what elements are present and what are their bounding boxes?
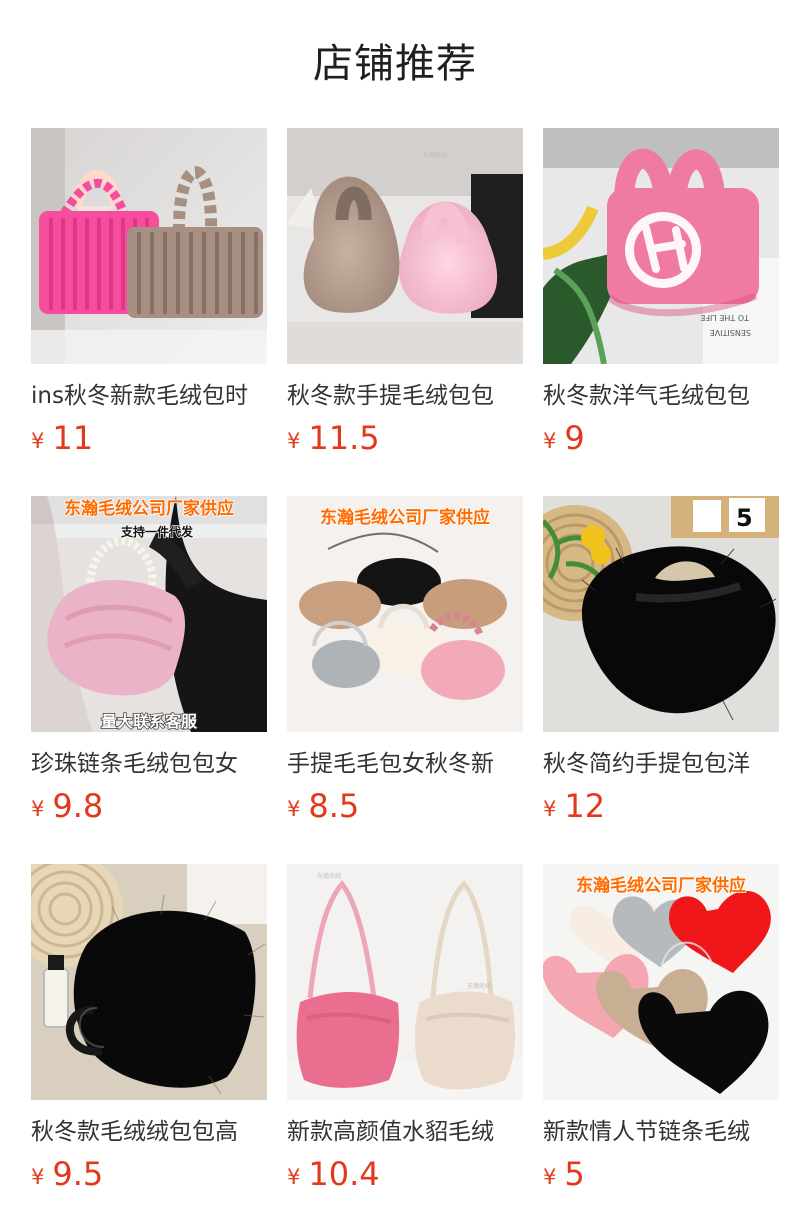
product-image-6[interactable]: 5 [543, 496, 779, 732]
product-card-9[interactable]: 东瀚毛绒公司厂家供应 新款情人节链条毛绒 ¥ 5 [543, 864, 779, 1200]
price-row: ¥ 11 [31, 416, 267, 460]
svg-text:东瀚毛绒: 东瀚毛绒 [317, 872, 341, 880]
currency-symbol: ¥ [31, 429, 45, 453]
currency-symbol: ¥ [543, 1165, 557, 1189]
price-row: ¥ 10.4 [287, 1152, 523, 1196]
product-card-2[interactable]: 东瀚毛绒 秋冬款手提毛绒包包 ¥ 11.5 [287, 128, 523, 464]
image-banner-text: 东瀚毛绒公司厂家供应 [64, 498, 234, 519]
store-recommendation-page: 店铺推荐 ins秋冬新款毛绒包时 ¥ 11 东瀚毛绒 秋冬款手提毛绒包包 ¥ 1… [0, 0, 790, 1232]
product-title[interactable]: 手提毛毛包女秋冬新 [287, 748, 523, 780]
product-image-4[interactable]: 东瀚毛绒公司厂家供应 支持一件代发 量大联系客服 [31, 496, 267, 732]
product-price: 11 [52, 419, 94, 457]
product-image-1[interactable] [31, 128, 267, 364]
currency-symbol: ¥ [543, 797, 557, 821]
product-title[interactable]: 珍珠链条毛绒包包女 [31, 748, 267, 780]
product-price: 9 [564, 419, 585, 457]
product-price: 12 [564, 787, 606, 825]
image-banner-text: 东瀚毛绒公司厂家供应 [320, 507, 490, 528]
currency-symbol: ¥ [287, 797, 301, 821]
price-row: ¥ 9.8 [31, 784, 267, 828]
product-card-8[interactable]: 东瀚毛绒 东瀚毛绒 新款高颜值水貂毛绒 ¥ 10.4 [287, 864, 523, 1200]
image-bottom-banner-text: 量大联系客服 [101, 712, 198, 731]
product-card-6[interactable]: 5 秋冬简约手提包包洋 ¥ 12 [543, 496, 779, 832]
image-subtitle-text: 支持一件代发 [120, 524, 194, 539]
price-row: ¥ 9.5 [31, 1152, 267, 1196]
currency-symbol: ¥ [543, 429, 557, 453]
product-price: 9.5 [52, 1155, 104, 1193]
product-price: 9.8 [52, 787, 104, 825]
price-row: ¥ 9 [543, 416, 779, 460]
product-card-3[interactable]: SENSITIVE TO THE LIFE 秋冬款洋气毛绒包包 ¥ 9 [543, 128, 779, 464]
product-card-5[interactable]: 东瀚毛绒公司厂家供应 手提毛毛包女秋冬新 ¥ 8.5 [287, 496, 523, 832]
price-row: ¥ 8.5 [287, 784, 523, 828]
product-image-2[interactable]: 东瀚毛绒 [287, 128, 523, 364]
product-image-9[interactable]: 东瀚毛绒公司厂家供应 [543, 864, 779, 1100]
currency-symbol: ¥ [287, 429, 301, 453]
currency-symbol: ¥ [31, 797, 45, 821]
svg-text:东瀚毛绒: 东瀚毛绒 [467, 982, 491, 990]
product-title[interactable]: 新款高颜值水貂毛绒 [287, 1116, 523, 1148]
svg-text:TO THE LIFE: TO THE LIFE [700, 313, 750, 322]
product-image-8[interactable]: 东瀚毛绒 东瀚毛绒 [287, 864, 523, 1100]
product-grid: ins秋冬新款毛绒包时 ¥ 11 东瀚毛绒 秋冬款手提毛绒包包 ¥ 11.5 S… [31, 128, 779, 1200]
page-header: 店铺推荐 [0, 0, 790, 128]
product-title[interactable]: 秋冬款洋气毛绒包包 [543, 380, 779, 412]
currency-symbol: ¥ [31, 1165, 45, 1189]
product-image-7[interactable] [31, 864, 267, 1100]
product-price: 11.5 [308, 419, 380, 457]
product-title[interactable]: ins秋冬新款毛绒包时 [31, 380, 267, 412]
svg-text:东瀚毛绒: 东瀚毛绒 [423, 151, 447, 159]
product-price: 5 [564, 1155, 585, 1193]
svg-text:SENSITIVE: SENSITIVE [710, 328, 751, 337]
product-title[interactable]: 新款情人节链条毛绒 [543, 1116, 779, 1148]
product-title[interactable]: 秋冬简约手提包包洋 [543, 748, 779, 780]
product-price: 8.5 [308, 787, 360, 825]
product-price: 10.4 [308, 1155, 380, 1193]
product-title[interactable]: 秋冬款毛绒绒包包高 [31, 1116, 267, 1148]
product-title[interactable]: 秋冬款手提毛绒包包 [287, 380, 523, 412]
product-image-3[interactable]: SENSITIVE TO THE LIFE [543, 128, 779, 364]
currency-symbol: ¥ [287, 1165, 301, 1189]
product-image-5[interactable]: 东瀚毛绒公司厂家供应 [287, 496, 523, 732]
page-title: 店铺推荐 [313, 41, 477, 87]
price-row: ¥ 11.5 [287, 416, 523, 460]
product-card-4[interactable]: 东瀚毛绒公司厂家供应 支持一件代发 量大联系客服 珍珠链条毛绒包包女 ¥ 9.8 [31, 496, 267, 832]
product-card-7[interactable]: 秋冬款毛绒绒包包高 ¥ 9.5 [31, 864, 267, 1200]
price-row: ¥ 12 [543, 784, 779, 828]
image-banner-text: 东瀚毛绒公司厂家供应 [576, 875, 746, 896]
svg-text:5: 5 [736, 504, 753, 532]
product-card-1[interactable]: ins秋冬新款毛绒包时 ¥ 11 [31, 128, 267, 464]
price-row: ¥ 5 [543, 1152, 779, 1196]
